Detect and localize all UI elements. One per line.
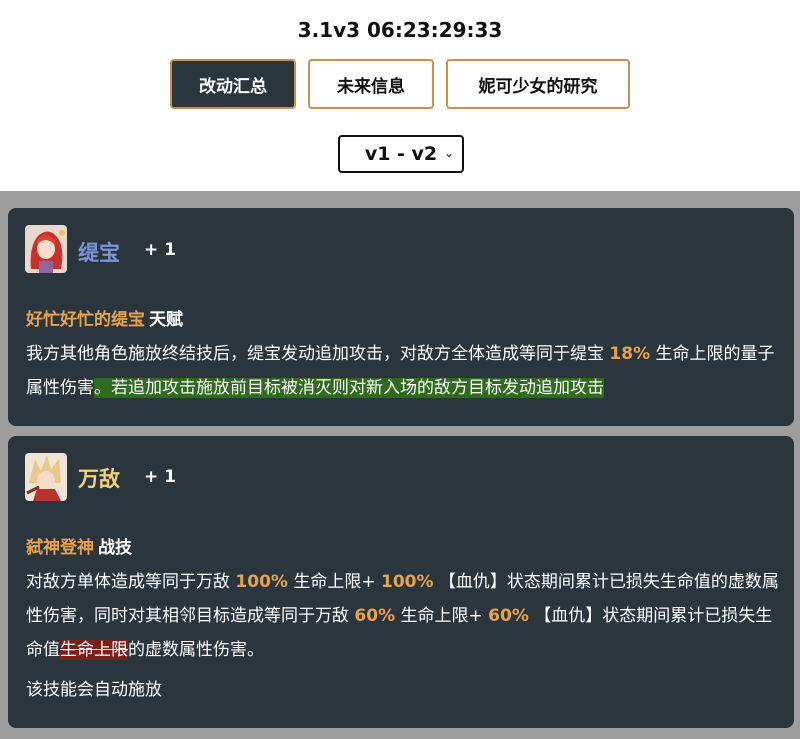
desc-text: 我方其他角色施放终结技后，缇宝发动追加攻击，对敌方全体造成等同于缇宝 (26, 344, 610, 364)
value-highlight: 100% (381, 572, 434, 592)
tab-future-info[interactable]: 未来信息 (308, 59, 434, 109)
chevron-down-icon: ⌄ (443, 146, 454, 160)
removed-text: 生命上限 (60, 640, 128, 660)
character-name: 缇宝 (78, 241, 120, 265)
character-name: 万敌 (78, 467, 120, 491)
desc-text: 的虚数属性伤害。 (128, 640, 264, 660)
page-title: 3.1v3 06:23:29:33 (297, 18, 503, 42)
change-count: + 1 (144, 240, 176, 260)
tab-bar: 改动汇总 未来信息 妮可少女的研究 (0, 59, 800, 109)
version-select-value: v1 - v2 (364, 143, 438, 165)
character-card: 缇宝 + 1 好忙好忙的缇宝 天赋 我方其他角色施放终结技后，缇宝发动追加攻击，对… (8, 208, 794, 426)
skill-note: 该技能会自动施放 (26, 680, 162, 700)
skill-title: 好忙好忙的缇宝 天赋 (26, 305, 183, 330)
desc-text: 对敌方单体造成等同于万敌 (26, 572, 236, 592)
header: 3.1v3 06:23:29:33 改动汇总 未来信息 妮可少女的研究 v1 -… (0, 0, 800, 191)
skill-title: 弑神登神 战技 (26, 533, 132, 558)
tab-change-summary[interactable]: 改动汇总 (170, 59, 296, 109)
skill-type: 战技 (98, 538, 132, 558)
desc-text: 生命上限+ (287, 572, 381, 592)
tab-research[interactable]: 妮可少女的研究 (446, 59, 630, 109)
changes-list: 缇宝 + 1 好忙好忙的缇宝 天赋 我方其他角色施放终结技后，缇宝发动追加攻击，对… (0, 191, 800, 739)
skill-type: 天赋 (149, 310, 183, 330)
version-select[interactable]: v1 - v2 ⌄ (338, 135, 464, 173)
value-highlight: 18% (609, 344, 651, 364)
character-avatar (25, 453, 67, 501)
value-highlight: 100% (235, 572, 288, 592)
change-count: + 1 (144, 467, 176, 487)
skill-name: 弑神登神 (26, 538, 94, 558)
added-text: 。若追加攻击施放前目标被消灭则对新入场的敌方目标发动追加攻击 (94, 378, 604, 398)
character-card: 万敌 + 1 弑神登神 战技 对敌方单体造成等同于万敌 100% 生命上限+ 10… (8, 436, 794, 728)
skill-name: 好忙好忙的缇宝 (26, 310, 145, 330)
desc-text: 生命上限+ (395, 606, 489, 626)
value-highlight: 60% (488, 606, 529, 626)
value-highlight: 60% (354, 606, 396, 626)
skill-description: 我方其他角色施放终结技后，缇宝发动追加攻击，对敌方全体造成等同于缇宝 18% 生… (26, 337, 786, 405)
character-avatar (25, 225, 67, 273)
skill-description: 对敌方单体造成等同于万敌 100% 生命上限+ 100% 【血仇】状态期间累计已… (26, 565, 786, 667)
